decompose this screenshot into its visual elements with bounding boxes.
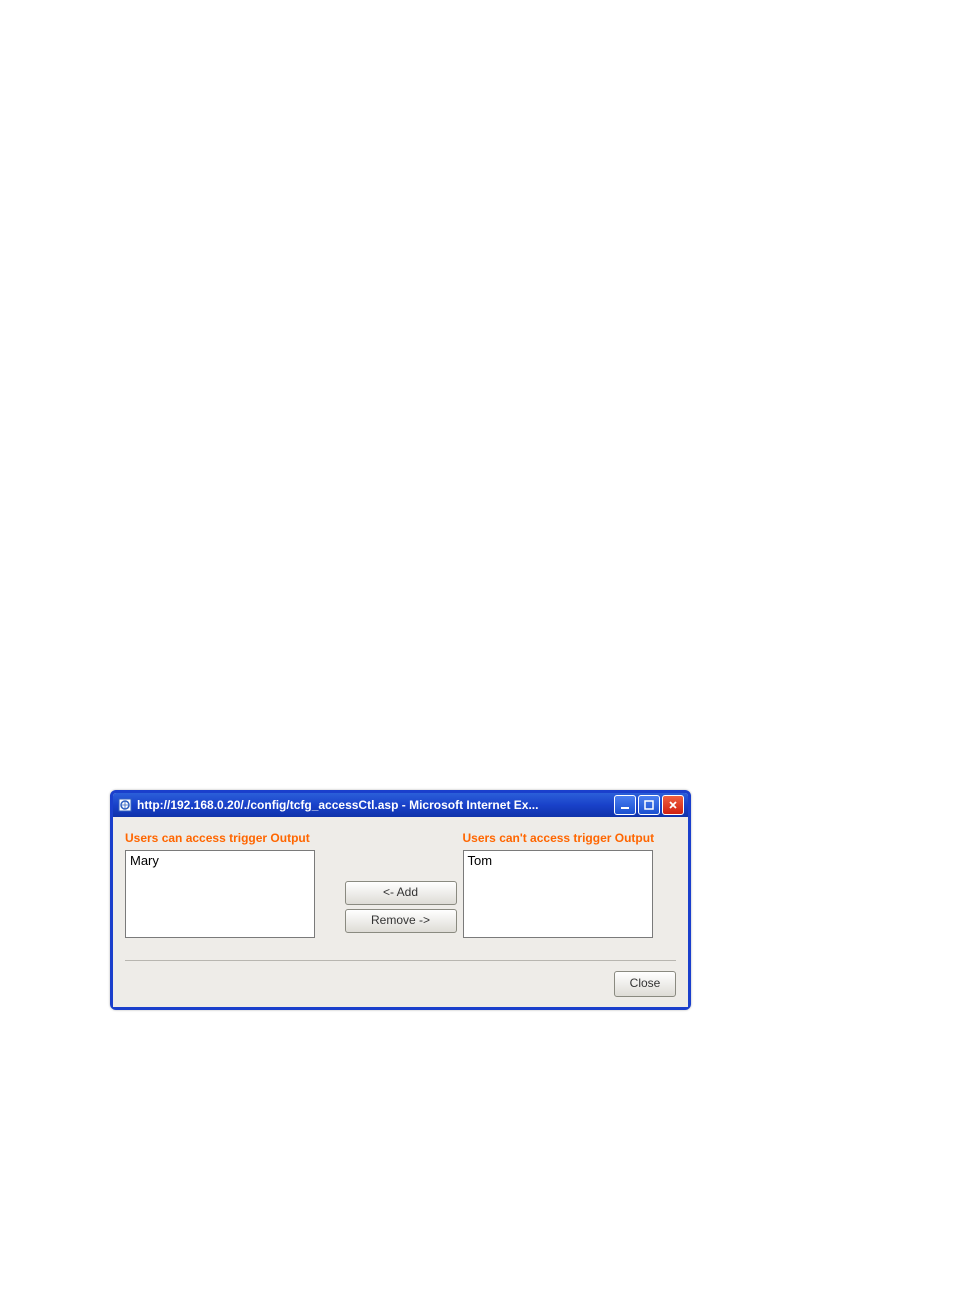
transfer-buttons: <- Add Remove ->	[339, 831, 463, 933]
list-item[interactable]: Mary	[130, 853, 310, 868]
dialog-footer: Close	[125, 960, 676, 997]
window-controls	[614, 795, 684, 815]
dialog-window: http://192.168.0.20/./config/tcfg_access…	[110, 790, 691, 1010]
window-title: http://192.168.0.20/./config/tcfg_access…	[137, 798, 614, 812]
denied-users-heading: Users can't access trigger Output	[463, 831, 677, 846]
allowed-users-listbox[interactable]: Mary	[125, 850, 315, 938]
minimize-button[interactable]	[614, 795, 636, 815]
titlebar[interactable]: http://192.168.0.20/./config/tcfg_access…	[113, 793, 688, 817]
add-button[interactable]: <- Add	[345, 881, 457, 905]
allowed-users-heading: Users can access trigger Output	[125, 831, 339, 846]
denied-users-listbox[interactable]: Tom	[463, 850, 653, 938]
list-item[interactable]: Tom	[468, 853, 648, 868]
allowed-users-column: Users can access trigger Output Mary	[125, 831, 339, 938]
maximize-button[interactable]	[638, 795, 660, 815]
remove-button[interactable]: Remove ->	[345, 909, 457, 933]
denied-users-column: Users can't access trigger Output Tom	[463, 831, 677, 938]
close-button[interactable]: Close	[614, 971, 676, 997]
dialog-content: Users can access trigger Output Mary <- …	[113, 817, 688, 1007]
close-window-button[interactable]	[662, 795, 684, 815]
ie-page-icon	[117, 797, 133, 813]
